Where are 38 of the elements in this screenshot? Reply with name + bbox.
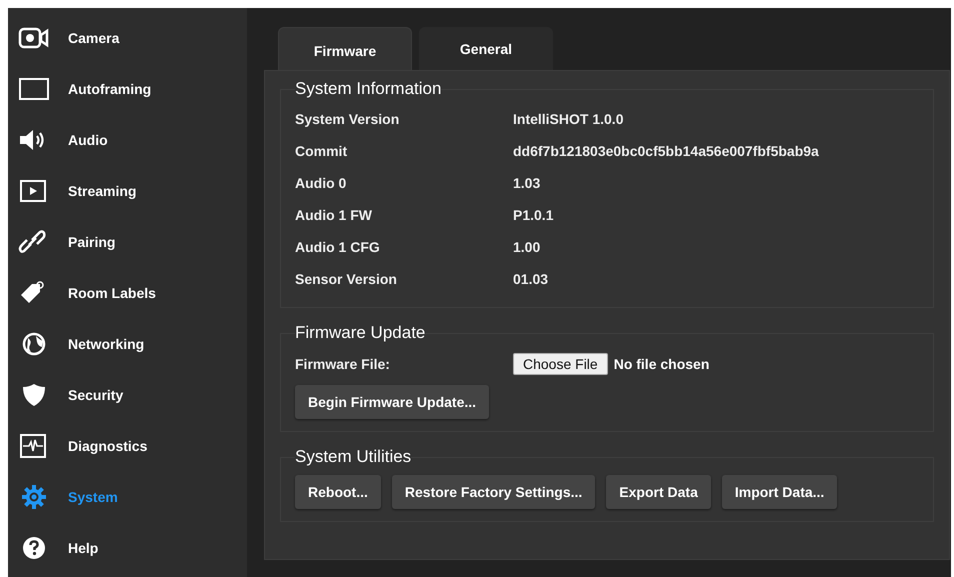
info-label: Audio 0 [295,175,348,191]
sidebar-item[interactable]: System [8,471,247,522]
sidebar-item[interactable]: Room Labels [8,267,247,318]
sidebar-item[interactable]: Camera [8,12,247,63]
sidebar-item[interactable]: Streaming [8,165,247,216]
group-title: System Utilities [295,447,412,467]
info-value: 1.00 [513,239,542,255]
info-value: IntelliSHOT 1.0.0 [513,111,624,127]
frame-icon [18,76,50,100]
utility-button[interactable]: Export Data [606,475,711,509]
group-title: Firmware Update [295,323,426,343]
camera-icon [18,26,50,50]
info-label: Audio 1 CFG [295,239,381,255]
info-label: Audio 1 FW [295,207,373,223]
tab[interactable]: General [419,27,553,70]
field-label: Firmware File: [295,356,391,372]
group-title: System Information [295,79,442,99]
info-label: System Version [295,111,400,127]
info-value: dd6f7b121803e0bc0cf5bb14a56e007fbf5bab9a [513,143,820,159]
sidebar-item[interactable]: Pairing [8,216,247,267]
utility-button[interactable]: Restore Factory Settings... [392,475,596,509]
sidebar-item[interactable]: Diagnostics [8,420,247,471]
utility-button[interactable]: Import Data... [722,475,838,509]
sidebar-item[interactable]: Help [8,522,247,573]
info-value: P1.0.1 [513,207,554,223]
sidebar-item[interactable]: Security [8,369,247,420]
sidebar-item[interactable]: Audio [8,114,247,165]
tab[interactable]: Firmware [278,27,412,70]
info-value: 1.03 [513,175,542,191]
info-value: 01.03 [513,271,550,287]
choose-file-button[interactable]: Choose File [513,353,608,375]
sidebar-item[interactable]: Autoframing [8,63,247,114]
info-label: Sensor Version [295,271,398,287]
utility-button[interactable]: Reboot... [295,475,381,509]
info-label: Commit [295,143,348,159]
begin-update-button[interactable]: Begin Firmware Update... [295,385,490,419]
file-status: No file chosen [614,356,710,372]
sidebar-item[interactable]: Networking [8,318,247,369]
